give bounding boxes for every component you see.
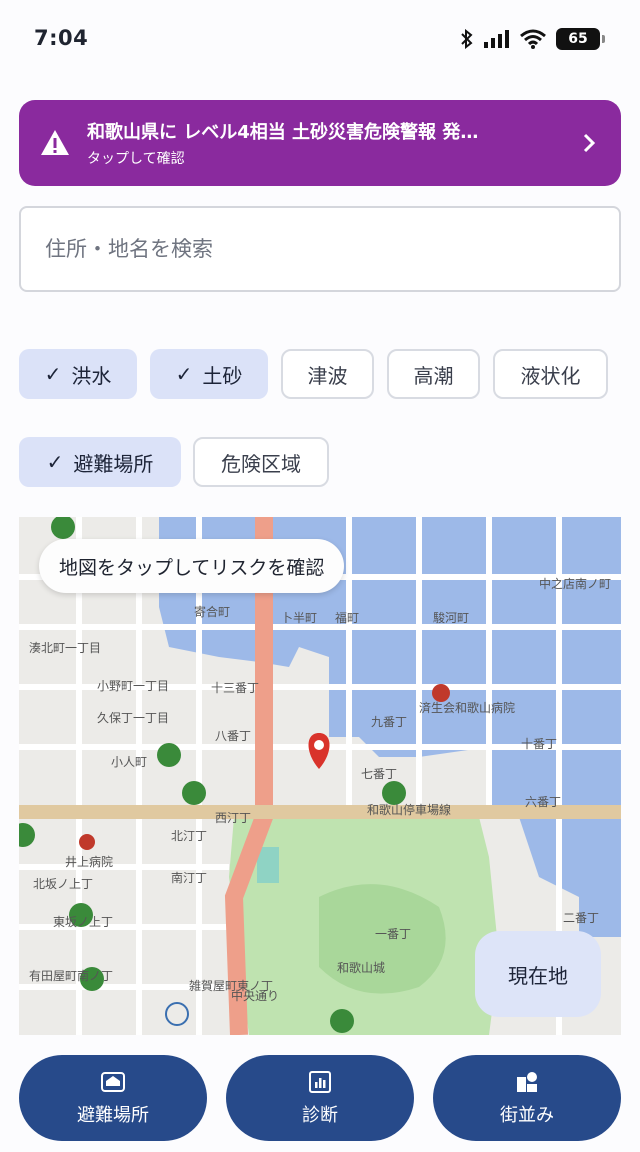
map-label: 北汀丁: [171, 829, 208, 843]
filter-chip-tsunami[interactable]: 津波: [281, 349, 374, 399]
map-label: 中央通り: [231, 989, 280, 1003]
nav-label: 診断: [302, 1105, 338, 1126]
map-label: 中之店南ノ町: [539, 577, 612, 591]
map-label: 十番丁: [521, 737, 558, 751]
warning-banner[interactable]: 和歌山県に レベル4相当 土砂災害危険警報 発… タップして確認: [19, 100, 621, 186]
filter-chip-label: 避難場所: [73, 451, 154, 476]
map-label: 二番丁: [563, 911, 600, 925]
filter-chip-storm-surge[interactable]: 高潮: [387, 349, 480, 399]
map-label: 済生会和歌山病院: [419, 701, 516, 715]
chevron-right-icon: [583, 133, 596, 153]
map-label: 和歌山城: [337, 961, 386, 975]
filter-chip-label: 高潮: [413, 363, 454, 388]
filter-chip-flood[interactable]: ✓ 洪水: [19, 349, 137, 399]
status-icons: 65: [460, 28, 605, 50]
map-label: 北坂ノ上丁: [33, 877, 94, 891]
map-label: 駿河町: [433, 611, 470, 625]
filter-chip-label: 液状化: [520, 363, 581, 388]
filter-chip-danger-zones[interactable]: 危険区域: [193, 437, 329, 487]
bluetooth-icon: [461, 29, 473, 49]
hospital-icon: [79, 834, 95, 850]
chart-icon: [309, 1071, 331, 1093]
filter-chip-liquefaction[interactable]: 液状化: [493, 349, 608, 399]
map-label: 井上病院: [65, 855, 114, 869]
map-label: 寄合町: [194, 605, 231, 619]
map-label: 福町: [335, 611, 360, 625]
filter-chip-landslide[interactable]: ✓ 土砂: [150, 349, 268, 399]
map-label: 小人町: [111, 755, 148, 769]
map-label: 八番丁: [215, 729, 252, 743]
current-location-button[interactable]: 現在地: [475, 931, 601, 1017]
check-icon: ✓: [44, 362, 62, 386]
map-tap-hint: 地図をタップしてリスクを確認: [39, 539, 345, 593]
cellular-signal-icon: [484, 30, 509, 48]
filter-chip-label: 土砂: [202, 363, 243, 388]
search-input[interactable]: [45, 237, 595, 261]
map-label: 久保丁一丁目: [97, 711, 170, 725]
map-label: 十三番丁: [211, 681, 260, 695]
nav-label: 避難場所: [77, 1105, 149, 1126]
filter-chip-shelters[interactable]: ✓ 避難場所: [19, 437, 181, 487]
nav-townscape-button[interactable]: 街並み: [433, 1055, 621, 1141]
nav-shelters-button[interactable]: 避難場所: [19, 1055, 207, 1141]
nav-diagnosis-button[interactable]: 診断: [226, 1055, 414, 1141]
wifi-icon: [520, 29, 546, 49]
status-bar: 7:04 65: [0, 0, 640, 80]
check-icon: ✓: [46, 450, 64, 474]
nav-label: 街並み: [500, 1105, 554, 1126]
warning-icon: [41, 130, 69, 155]
shelter-icon: [101, 1072, 125, 1092]
map-label: 東坂ノ上丁: [53, 915, 114, 929]
search-box: [19, 206, 621, 292]
map-label: 小野町一丁目: [97, 679, 170, 693]
map-label: 一番丁: [375, 927, 412, 941]
map-label: 六番丁: [525, 795, 562, 809]
map-label: 卜半町: [281, 611, 318, 625]
map-label: 有田屋町南ノ丁: [29, 969, 114, 983]
check-icon: ✓: [175, 362, 193, 386]
townscape-icon: [517, 1072, 537, 1092]
filter-chip-label: 危険区域: [221, 451, 301, 476]
warning-subtitle: タップして確認: [87, 151, 185, 167]
map-label: 西汀丁: [215, 811, 252, 825]
map-label: 南汀丁: [171, 871, 208, 885]
map-label: 和歌山停車場線: [367, 803, 452, 817]
filter-chip-label: 津波: [307, 363, 348, 388]
map-label: 七番丁: [361, 767, 398, 781]
hazard-map[interactable]: 寄合町 湊北町一丁目 小野町一丁目 久保丁一丁目 十三番丁 八番丁 小人町 北汀…: [19, 517, 621, 1035]
filter-chip-label: 洪水: [71, 363, 112, 388]
map-label: 湊北町一丁目: [29, 641, 102, 655]
battery-indicator: 65: [556, 28, 605, 50]
warning-title: 和歌山県に レベル4相当 土砂災害危険警報 発…: [87, 122, 479, 143]
status-time: 7:04: [34, 26, 89, 50]
map-label: 九番丁: [371, 715, 408, 729]
